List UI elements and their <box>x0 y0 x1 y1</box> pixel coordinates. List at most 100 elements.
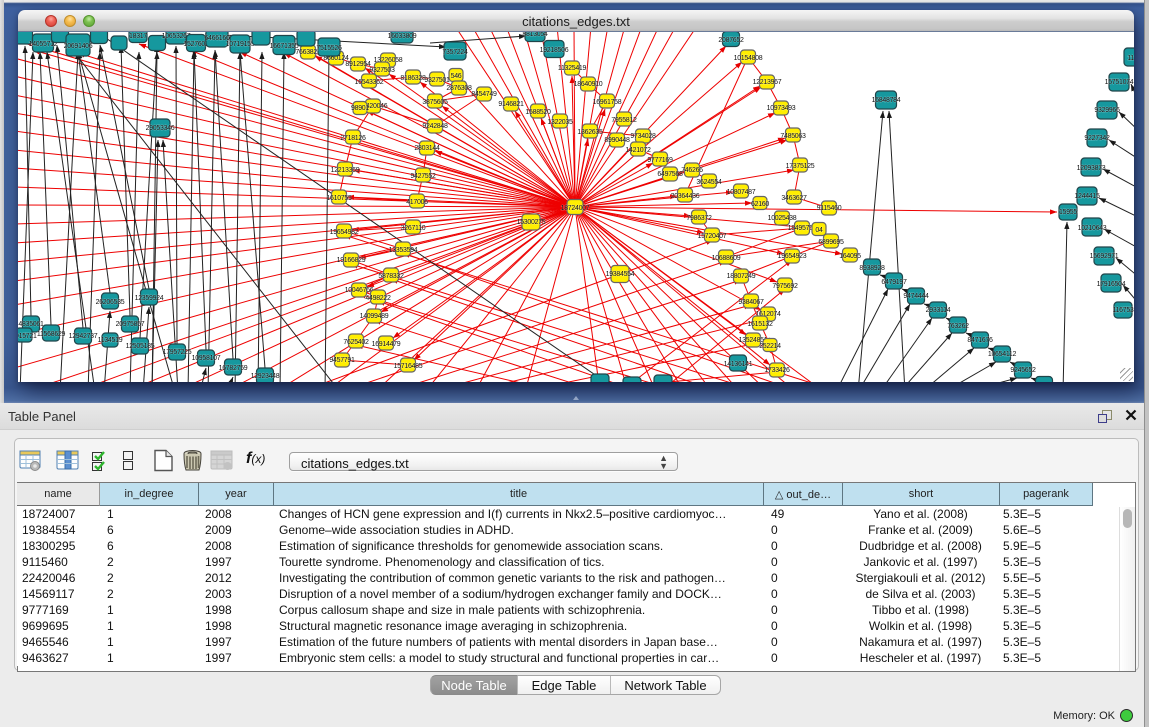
svg-text:8938928: 8938928 <box>859 265 885 272</box>
svg-text:04: 04 <box>815 227 823 234</box>
svg-text:9327503: 9327503 <box>369 67 395 74</box>
svg-text:11568629: 11568629 <box>37 331 66 338</box>
svg-text:3875605: 3875605 <box>422 99 448 106</box>
svg-text:1610755: 1610755 <box>326 195 352 202</box>
svg-text:9427552: 9427552 <box>410 173 436 180</box>
svg-text:15692971: 15692971 <box>1090 253 1119 260</box>
svg-text:7515526: 7515526 <box>316 45 342 52</box>
svg-text:10958107: 10958107 <box>192 355 221 362</box>
svg-text:15716485: 15716485 <box>394 363 423 370</box>
svg-text:17375125: 17375125 <box>786 163 815 170</box>
svg-text:1421072: 1421072 <box>625 147 651 154</box>
svg-text:1588520: 1588520 <box>525 109 551 116</box>
svg-text:7986372: 7986372 <box>686 215 712 222</box>
svg-text:12923448: 12923448 <box>251 373 280 380</box>
svg-text:18807249: 18807249 <box>727 273 756 280</box>
svg-text:2803144: 2803144 <box>414 145 440 152</box>
svg-text:12213967: 12213967 <box>753 79 782 86</box>
svg-text:16848784: 16848784 <box>872 97 901 104</box>
svg-text:10807487: 10807487 <box>727 189 756 196</box>
svg-text:2718126: 2718126 <box>340 135 366 142</box>
svg-text:16961758: 16961758 <box>593 99 622 106</box>
svg-text:9242848: 9242848 <box>422 123 448 130</box>
svg-text:98901: 98901 <box>351 105 369 112</box>
svg-text:1322035: 1322035 <box>547 119 573 126</box>
svg-text:10210643: 10210643 <box>1078 225 1107 232</box>
svg-text:746266: 746266 <box>681 167 703 174</box>
svg-text:15720407: 15720407 <box>698 233 727 240</box>
svg-text:20364436: 20364436 <box>671 193 700 200</box>
svg-text:7955812: 7955812 <box>611 117 637 124</box>
svg-text:3267110: 3267110 <box>401 225 426 232</box>
svg-text:1134519: 1134519 <box>98 337 123 344</box>
svg-text:1362635: 1362635 <box>577 129 603 136</box>
svg-text:8454749: 8454749 <box>471 91 497 98</box>
svg-text:62160: 62160 <box>751 201 769 208</box>
svg-text:18640910: 18640910 <box>574 81 603 88</box>
svg-text:13353594: 13353594 <box>389 247 418 254</box>
svg-text:18724007: 18724007 <box>561 205 590 212</box>
svg-text:16782759: 16782759 <box>219 365 248 372</box>
svg-text:12505185: 12505185 <box>126 343 155 350</box>
svg-text:4498222: 4498222 <box>365 295 391 302</box>
svg-text:1615132: 1615132 <box>747 321 773 328</box>
svg-text:116753: 116753 <box>1112 307 1133 314</box>
svg-text:9115460: 9115460 <box>817 205 842 212</box>
svg-text:7357224: 7357224 <box>442 49 468 56</box>
svg-text:2876308: 2876308 <box>446 85 472 92</box>
svg-text:12359924: 12359924 <box>135 295 164 302</box>
svg-text:20975857: 20975857 <box>116 321 145 328</box>
svg-text:10654112: 10654112 <box>988 351 1017 358</box>
svg-text:6497568: 6497568 <box>657 171 683 178</box>
svg-text:16914479: 16914479 <box>372 341 401 348</box>
svg-text:3624554: 3624554 <box>696 179 722 186</box>
svg-text:1244415: 1244415 <box>1074 193 1100 200</box>
svg-text:7975692: 7975692 <box>772 283 798 290</box>
svg-text:16671355: 16671355 <box>270 43 299 50</box>
svg-text:29053346: 29053346 <box>146 125 175 132</box>
svg-text:10719155: 10719155 <box>226 41 255 48</box>
svg-text:1527602: 1527602 <box>183 41 209 48</box>
svg-text:8186328: 8186328 <box>400 75 426 82</box>
svg-text:9384067: 9384067 <box>738 299 764 306</box>
svg-text:9327501: 9327501 <box>424 77 450 84</box>
svg-text:10688609: 10688609 <box>712 255 741 262</box>
svg-text:6479197: 6479197 <box>881 279 907 286</box>
svg-text:7485063: 7485063 <box>780 133 806 140</box>
svg-text:9457791: 9457791 <box>329 357 355 364</box>
svg-text:19654923: 19654923 <box>778 253 807 260</box>
svg-text:9734028: 9734028 <box>630 133 656 140</box>
svg-text:19218506: 19218506 <box>540 47 569 54</box>
svg-text:763262: 763262 <box>947 323 969 330</box>
svg-text:9329966: 9329966 <box>1094 107 1120 114</box>
svg-text:19166829: 19166829 <box>337 257 366 264</box>
svg-text:12213369: 12213369 <box>331 167 360 174</box>
svg-text:12942737: 12942737 <box>69 333 98 340</box>
svg-text:9146821: 9146821 <box>498 101 524 108</box>
svg-text:10046766: 10046766 <box>345 287 374 294</box>
svg-text:5878332: 5878332 <box>378 273 404 280</box>
svg-text:8471676: 8471676 <box>967 337 993 344</box>
svg-text:14099489: 14099489 <box>360 313 389 320</box>
svg-text:2087652: 2087652 <box>718 37 744 44</box>
svg-text:18317: 18317 <box>129 33 147 40</box>
svg-text:9474444: 9474444 <box>903 293 929 300</box>
svg-text:17957225: 17957225 <box>163 349 192 356</box>
svg-text:14136141: 14136141 <box>724 361 753 368</box>
svg-text:8990448: 8990448 <box>604 137 630 144</box>
svg-text:10025438: 10025438 <box>768 215 797 222</box>
svg-text:4835061: 4835061 <box>18 321 44 328</box>
svg-text:10154808: 10154808 <box>734 55 763 62</box>
svg-text:3463627: 3463627 <box>781 195 807 202</box>
svg-text:15751074: 15751074 <box>1105 79 1134 86</box>
svg-text:10973493: 10973493 <box>767 105 796 112</box>
svg-text:1117: 1117 <box>1127 55 1134 62</box>
svg-text:15300275: 15300275 <box>517 219 546 226</box>
svg-text:9245652: 9245652 <box>1010 367 1036 374</box>
svg-text:6899695: 6899695 <box>818 239 844 246</box>
svg-text:164095: 164095 <box>839 253 861 260</box>
svg-text:20691406: 20691406 <box>64 43 93 50</box>
svg-text:19654982: 19654982 <box>330 229 359 236</box>
svg-text:16543362: 16543362 <box>355 79 384 86</box>
svg-text:15955: 15955 <box>1059 209 1077 216</box>
